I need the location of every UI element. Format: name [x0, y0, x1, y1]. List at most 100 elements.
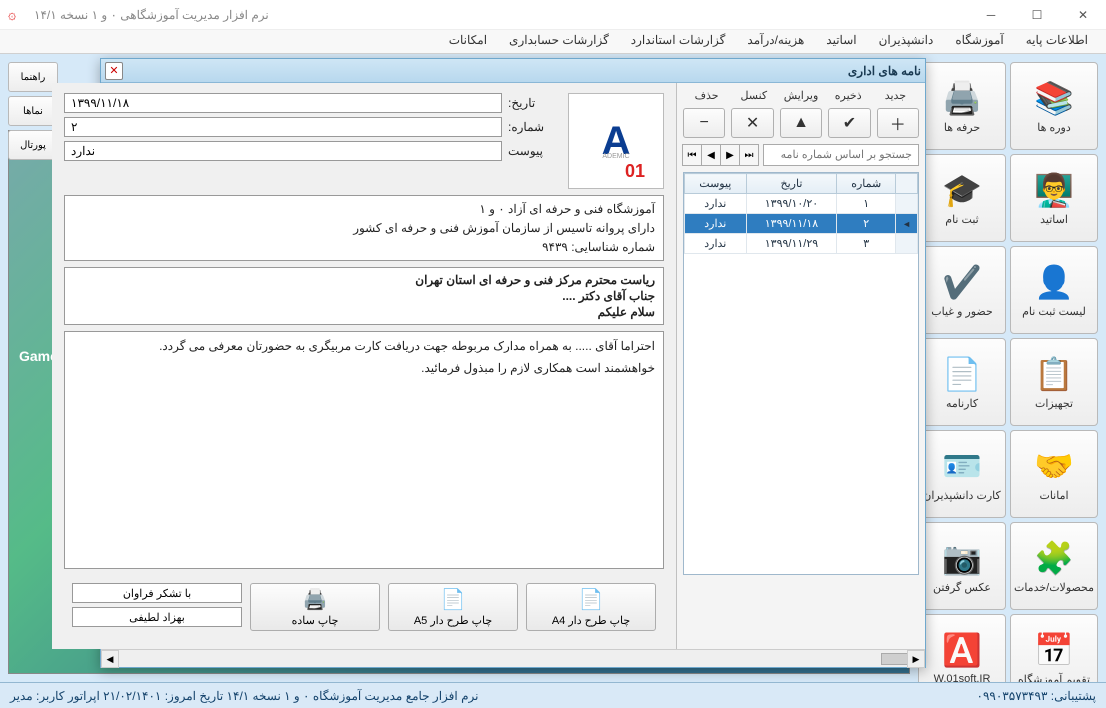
nav-last-button[interactable]: ⏭ [739, 144, 759, 166]
toolbar-label-2: ویرایش [777, 89, 824, 102]
toolbar-button-4[interactable]: − [683, 108, 725, 138]
subject-line-2: جناب آقای دکتر .... [73, 289, 655, 303]
sidebar-item-8[interactable]: 🤝امانات [1010, 430, 1098, 518]
sidebar-label-1: حرفه ها [944, 121, 980, 134]
status-bar: پشتیبانی: ۰۹۹۰۳۵۷۳۴۹۳ نرم افزار جامع مدی… [0, 682, 1106, 708]
org-line-2: دارای پروانه تاسیس از سازمان آموزش فنی و… [73, 221, 655, 235]
menu-bar: اطلاعات پایهآموزشگاهدانشپذیراناساتیدهزین… [0, 30, 1106, 54]
sidebar-item-3[interactable]: 🎓ثبت نام [918, 154, 1006, 242]
nav-next-button[interactable]: ▶ [720, 144, 740, 166]
nav-prev-button[interactable]: ◀ [701, 144, 721, 166]
minimize-button[interactable]: ─ [968, 0, 1014, 30]
sidebar-icon-7: 📄 [942, 355, 982, 393]
menu-item-1[interactable]: آموزشگاه [945, 30, 1013, 53]
att-field[interactable] [64, 141, 502, 161]
letter-body[interactable]: احتراما آقای ..... به همراه مدارک مربوطه… [64, 331, 664, 569]
search-input[interactable] [763, 144, 919, 166]
date-field[interactable] [64, 93, 502, 113]
menu-item-3[interactable]: اساتید [816, 30, 866, 53]
status-right: پشتیبانی: ۰۹۹۰۳۵۷۳۴۹۳ [977, 689, 1096, 703]
scroll-left-button[interactable]: ◀ [101, 650, 119, 668]
sidebar-icon-10: 🧩 [1034, 539, 1074, 577]
sidebar-label-11: عکس گرفتن [933, 581, 991, 594]
menu-item-2[interactable]: دانشپذیران [869, 30, 944, 53]
table-row[interactable]: ۲۱۳۹۹/۱۱/۱۸ندارد [685, 214, 918, 234]
sidebar-icon-4: 👤 [1034, 263, 1074, 301]
sidebar-item-0[interactable]: 📚دوره ها [1010, 62, 1098, 150]
table-row[interactable]: ۳۱۳۹۹/۱۱/۲۹ندارد [685, 234, 918, 254]
dialog-list-pane: جدیدذخیرهویرایشکنسلحذف ＋✔▲✕− ⏭ ▶ ◀ ⏮ شما… [676, 83, 925, 649]
sidebar-label-8: امانات [1039, 489, 1068, 502]
sidebar-label-5: حضور و غیاب [931, 305, 993, 318]
dialog-form-pane: AADEMIC01 تاریخ: شماره: پیوست [52, 83, 676, 649]
date-label: تاریخ: [508, 96, 552, 110]
menu-item-6[interactable]: گزارشات حسابداری [499, 30, 619, 53]
horizontal-scrollbar[interactable]: ◀ ▶ [101, 649, 925, 667]
subject-line-1: ریاست محترم مرکز فنی و حرفه ای استان تهر… [73, 273, 655, 287]
sidebar-icon-13: 🅰️ [942, 631, 982, 669]
no-field[interactable] [64, 117, 502, 137]
official-letters-dialog: نامه های اداری ✕ جدیدذخیرهویرایشکنسلحذف … [100, 58, 926, 668]
menu-item-0[interactable]: اطلاعات پایه [1016, 30, 1098, 53]
app-logo-icon: ۞ [8, 6, 26, 24]
left-toolbar-1[interactable]: نماها [8, 96, 58, 126]
print-a4-icon: 📄 [579, 587, 604, 612]
signature-field-2[interactable] [72, 607, 242, 627]
toolbar-labels-row: جدیدذخیرهویرایشکنسلحذف [683, 89, 919, 102]
sidebar-label-13: W.01soft.IR [934, 673, 991, 682]
printer-icon: 🖨️ [303, 587, 328, 612]
sidebar-item-12[interactable]: 📅تقویم آموزشگاه [1010, 614, 1098, 682]
sidebar-label-2: اساتید [1040, 213, 1068, 226]
scroll-right-button[interactable]: ▶ [907, 650, 925, 668]
client-area: راهنما نماها پورتال 📚دوره ها 🖨️ حرفه ها 👨‍🏫 اس… [0, 54, 1106, 682]
sidebar-item-7[interactable]: 📄کارنامه [918, 338, 1006, 426]
sidebar-label-12: تقویم آموزشگاه [1018, 673, 1090, 683]
maximize-button[interactable]: ☐ [1014, 0, 1060, 30]
org-logo: AADEMIC01 [568, 93, 664, 189]
toolbar-buttons-row: ＋✔▲✕− [683, 108, 919, 138]
sidebar-item-13[interactable]: 🅰️ W.01soft.IR [918, 614, 1006, 682]
sidebar-icon-9: 🪪 [942, 447, 982, 485]
close-button[interactable]: ✕ [1060, 0, 1106, 30]
sidebar-label-3: ثبت نام [945, 213, 978, 226]
menu-item-7[interactable]: امکانات [439, 30, 497, 53]
print-simple-button[interactable]: 🖨️ چاپ ساده [250, 583, 380, 631]
window-titlebar: ۞ نرم افزار مدیریت آموزشگاهی ۰ و ۱ نسخه … [0, 0, 1106, 30]
status-left: نرم افزار جامع مدیریت آموزشگاه ۰ و ۱ نسخ… [10, 689, 478, 703]
menu-item-4[interactable]: هزینه/درآمد [737, 30, 814, 53]
letters-grid[interactable]: شمارهتاریخپیوست۱۱۳۹۹/۱۰/۲۰ندارد۲۱۳۹۹/۱۱/… [683, 172, 919, 575]
sidebar-icon-1: 🖨️ [942, 79, 982, 117]
sidebar-item-4[interactable]: 👤 لیست ثبت نام [1010, 246, 1098, 334]
sidebar-item-1[interactable]: 🖨️ حرفه ها [918, 62, 1006, 150]
print-a5-button[interactable]: 📄 چاپ طرح دار A5 [388, 583, 518, 631]
print-a4-button[interactable]: 📄 چاپ طرح دار A4 [526, 583, 656, 631]
dialog-titlebar[interactable]: نامه های اداری ✕ [101, 59, 925, 83]
dialog-title: نامه های اداری [123, 64, 921, 78]
sidebar-item-11[interactable]: 📷 عکس گرفتن [918, 522, 1006, 610]
sidebar-icon-2: 👨‍🏫 [1034, 171, 1074, 209]
sidebar-label-0: دوره ها [1037, 121, 1071, 134]
signature-field-1[interactable] [72, 583, 242, 603]
nav-first-button[interactable]: ⏮ [682, 144, 702, 166]
toolbar-button-1[interactable]: ✔ [828, 108, 870, 138]
sidebar-icon-11: 📷 [942, 539, 982, 577]
sidebar-item-10[interactable]: 🧩 محصولات/خدمات [1010, 522, 1098, 610]
signature-box [72, 583, 242, 631]
sidebar-item-2[interactable]: 👨‍🏫 اساتید [1010, 154, 1098, 242]
sidebar-item-5[interactable]: ✔️حضور و غیاب [918, 246, 1006, 334]
left-toolbar-2[interactable]: پورتال [8, 130, 58, 160]
toolbar-button-3[interactable]: ✕ [731, 108, 773, 138]
sidebar-label-4: لیست ثبت نام [1022, 305, 1086, 318]
table-row[interactable]: ۱۱۳۹۹/۱۰/۲۰ندارد [685, 194, 918, 214]
sidebar-item-6[interactable]: 📋تجهیزات [1010, 338, 1098, 426]
toolbar-button-0[interactable]: ＋ [877, 108, 919, 138]
dialog-close-button[interactable]: ✕ [105, 62, 123, 80]
menu-item-5[interactable]: گزارشات استاندارد [621, 30, 736, 53]
toolbar-label-1: ذخیره [825, 89, 872, 102]
toolbar-button-2[interactable]: ▲ [780, 108, 822, 138]
org-header-box: آموزشگاه فنی و حرفه ای آزاد ۰ و ۱ دارای … [64, 195, 664, 261]
left-toolbar-0[interactable]: راهنما [8, 62, 58, 92]
sidebar-item-9[interactable]: 🪪 کارت دانشپذیران [918, 430, 1006, 518]
sidebar-label-9: کارت دانشپذیران [923, 489, 1001, 502]
sidebar-label-10: محصولات/خدمات [1014, 581, 1094, 594]
